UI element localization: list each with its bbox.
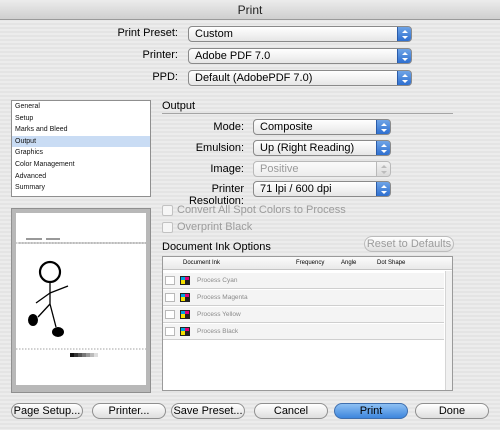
ink-row[interactable]: Process Black [163, 324, 444, 340]
print-preview [11, 208, 151, 393]
ppd-value: Default (AdobePDF 7.0) [195, 72, 313, 84]
document-ink-options-title: Document Ink Options [162, 241, 271, 253]
ink-row[interactable]: Process Magenta [163, 290, 444, 306]
ink-name: Process Black [197, 328, 239, 335]
ink-table-scrollbar[interactable] [445, 271, 452, 390]
save-preset-button[interactable]: Save Preset... [171, 403, 245, 419]
category-item-summary[interactable]: Summary [12, 182, 150, 194]
printer-icon [165, 276, 175, 285]
category-item-setup[interactable]: Setup [12, 113, 150, 125]
print-preset-label: Print Preset: [117, 27, 178, 39]
output-section-title: Output [162, 100, 196, 112]
printer-icon [165, 327, 175, 336]
ink-row[interactable]: Process Yellow [163, 307, 444, 323]
printer-label: Printer: [142, 49, 178, 61]
category-item-color-management[interactable]: Color Management [12, 159, 150, 171]
printer-icon [165, 310, 175, 319]
cancel-button[interactable]: Cancel [254, 403, 328, 419]
popup-arrows-icon [397, 27, 411, 41]
column-dot-shape: Dot Shape [377, 260, 406, 266]
popup-arrows-icon [397, 49, 411, 63]
popup-arrows-icon [376, 141, 390, 155]
convert-spot-colors-label: Convert All Spot Colors to Process [177, 204, 346, 216]
image-popup: Positive [253, 161, 391, 177]
printer-resolution-value: 71 lpi / 600 dpi [260, 183, 332, 195]
printer-popup[interactable]: Adobe PDF 7.0 [188, 48, 412, 64]
printer-resolution-popup[interactable]: 71 lpi / 600 dpi [253, 181, 391, 197]
printer-button[interactable]: Printer... [92, 403, 166, 419]
image-label: Image: [210, 163, 244, 175]
popup-arrows-icon [376, 182, 390, 196]
overprint-black-label: Overprint Black [177, 221, 253, 233]
category-item-advanced[interactable]: Advanced [12, 171, 150, 183]
image-value: Positive [260, 163, 299, 175]
emulsion-popup[interactable]: Up (Right Reading) [253, 140, 391, 156]
overprint-black-checkbox [162, 222, 173, 233]
printer-icon [165, 293, 175, 302]
document-ink-table[interactable]: Document Ink Frequency Angle Dot Shape P… [162, 256, 453, 391]
category-item-general[interactable]: General [12, 101, 150, 113]
column-frequency: Frequency [296, 260, 325, 266]
category-item-output[interactable]: Output [12, 135, 150, 148]
mode-label: Mode: [213, 121, 244, 133]
process-ink-icon [180, 327, 190, 336]
print-preset-value: Custom [195, 28, 233, 40]
done-button[interactable]: Done [415, 403, 489, 419]
category-item-graphics[interactable]: Graphics [12, 147, 150, 159]
ink-table-header: Document Ink Frequency Angle Dot Shape [163, 257, 452, 270]
ppd-popup[interactable]: Default (AdobePDF 7.0) [188, 70, 412, 86]
page-preview-graphic [16, 213, 146, 385]
process-ink-icon [180, 276, 190, 285]
emulsion-label: Emulsion: [195, 142, 244, 154]
ink-name: Process Cyan [197, 277, 238, 284]
column-document-ink: Document Ink [183, 260, 221, 266]
window-title: Print [0, 0, 500, 20]
page-setup-button[interactable]: Page Setup... [11, 403, 83, 419]
ink-name: Process Magenta [197, 294, 248, 301]
mode-value: Composite [260, 121, 313, 133]
process-ink-icon [180, 310, 190, 319]
printer-value: Adobe PDF 7.0 [195, 50, 271, 62]
column-angle: Angle [341, 260, 357, 266]
mode-popup[interactable]: Composite [253, 119, 391, 135]
output-divider [162, 113, 453, 114]
category-item-marks-and-bleed[interactable]: Marks and Bleed [12, 124, 150, 136]
emulsion-value: Up (Right Reading) [260, 142, 355, 154]
ink-name: Process Yellow [197, 311, 241, 318]
popup-arrows-icon [376, 120, 390, 134]
print-button[interactable]: Print [334, 403, 408, 419]
popup-arrows-icon [376, 162, 390, 176]
process-ink-icon [180, 293, 190, 302]
print-preset-popup[interactable]: Custom [188, 26, 412, 42]
ppd-label: PPD: [152, 71, 178, 83]
reset-to-defaults-button: Reset to Defaults [364, 236, 454, 252]
category-list[interactable]: General Setup Marks and Bleed Output Gra… [11, 100, 151, 197]
popup-arrows-icon [397, 71, 411, 85]
ink-row[interactable]: Process Cyan [163, 273, 444, 289]
convert-spot-colors-checkbox [162, 205, 173, 216]
